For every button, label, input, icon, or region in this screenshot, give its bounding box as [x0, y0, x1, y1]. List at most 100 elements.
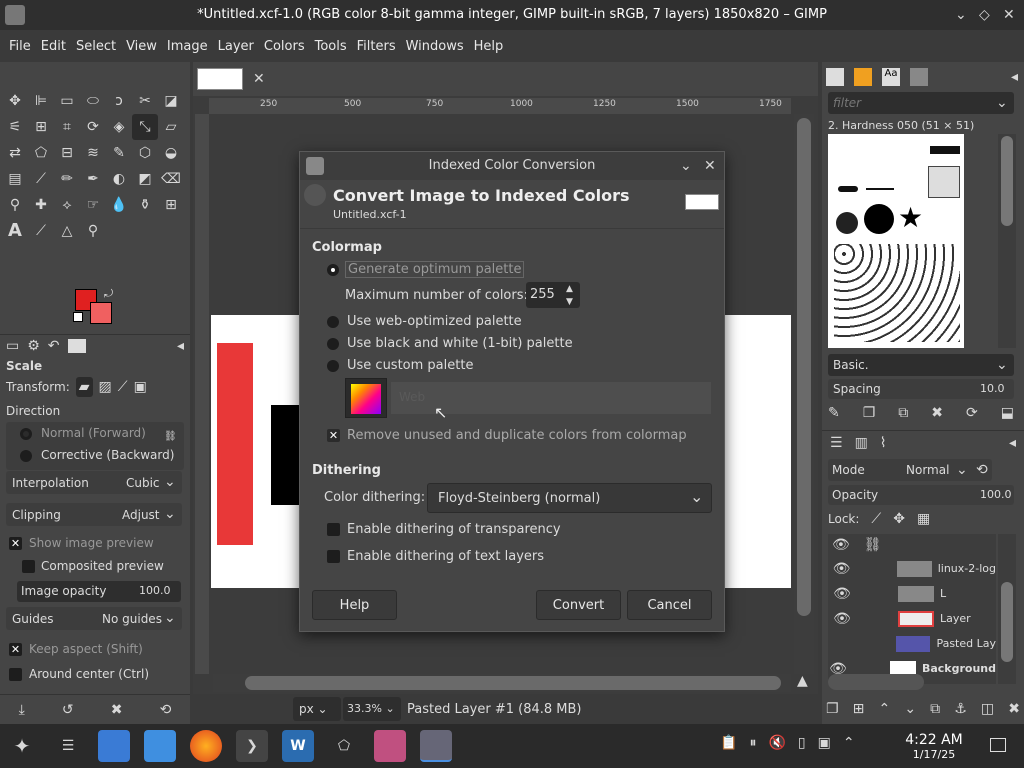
zoom-icon[interactable]: ⚲ [80, 218, 106, 244]
device-status-tab-icon[interactable]: ⚙ [27, 339, 40, 353]
web-palette-radio[interactable] [327, 316, 339, 328]
crop-icon[interactable]: ⌗ [54, 114, 80, 140]
unified-transform-icon[interactable]: ◈ [106, 114, 132, 140]
custom-palette-radio[interactable] [327, 360, 339, 372]
lock-pixels-icon[interactable]: ⟋ [871, 512, 881, 526]
vertical-scrollbar[interactable] [794, 114, 814, 674]
blur-icon[interactable]: 💧 [106, 192, 132, 218]
delete-brush-icon[interactable]: ✖ [931, 406, 943, 420]
zoom-combo[interactable]: 33.3% ⌄ [343, 697, 401, 721]
pencil-icon[interactable]: ✏ [54, 166, 80, 192]
layer-row[interactable]: 👁 Layer [828, 606, 996, 631]
horizontal-scrollbar[interactable] [213, 674, 791, 692]
media-pause-icon[interactable]: ⏸ [749, 736, 756, 750]
settings-icon[interactable]: ☰ [52, 730, 84, 762]
dodge-icon[interactable]: ⚱ [132, 192, 158, 218]
opacity-field[interactable]: Opacity 100.0 [828, 485, 1014, 505]
fonts-tab-icon[interactable]: Aa [882, 68, 900, 86]
smudge-icon[interactable]: ☞ [80, 192, 106, 218]
direction-corrective-radio[interactable] [20, 450, 32, 462]
color-dithering-combo[interactable]: Floyd-Steinberg (normal) ⌄ [427, 483, 712, 513]
convert-button[interactable]: Convert [536, 590, 621, 620]
airbrush-icon[interactable]: ✒ [80, 166, 106, 192]
maximize-icon[interactable]: ◇ [979, 8, 990, 22]
menu-layer[interactable]: Layer [213, 39, 259, 54]
scale-tool-icon[interactable]: ⤡ [132, 114, 158, 140]
transform-selection-icon[interactable]: ▨ [99, 380, 112, 394]
dialog-minimize-icon[interactable]: ⌄ [680, 159, 692, 173]
tray-expand-icon[interactable]: ⌃ [843, 736, 855, 750]
interpolation-combo[interactable]: Interpolation Cubic ⌄ [6, 471, 182, 494]
cage-icon[interactable]: ⊟ [54, 140, 80, 166]
lock-position-icon[interactable]: ✥ [893, 512, 905, 526]
brush-filter-field[interactable]: filter ⌄ [828, 92, 1014, 114]
terminal-icon[interactable]: ❯ [236, 730, 268, 762]
default-colors-icon[interactable] [73, 312, 83, 322]
layer-row[interactable]: Pasted Lay [828, 631, 996, 656]
brush-texture-swatches[interactable] [834, 244, 960, 342]
horizontal-scroll-thumb[interactable] [245, 676, 781, 690]
brush-preset-combo[interactable]: Basic. ⌄ [828, 354, 1014, 376]
mode-combo[interactable]: Mode Normal ⌄ [828, 459, 992, 481]
spin-down-icon[interactable]: ▼ [566, 295, 573, 309]
new-layer-icon[interactable]: ❐ [826, 702, 839, 716]
rotate-icon[interactable]: ⟳ [80, 114, 106, 140]
menu-tools[interactable]: Tools [310, 39, 352, 54]
layers-scroll-thumb[interactable] [1001, 582, 1013, 662]
dialog-close-icon[interactable]: ✕ [704, 159, 716, 173]
foreground-select-icon[interactable]: ◪ [158, 88, 184, 114]
close-tab-icon[interactable]: ✕ [253, 72, 265, 86]
reset-options-icon[interactable]: ⟲ [160, 703, 172, 717]
minimize-icon[interactable]: ⌄ [955, 8, 967, 22]
move-tool-icon[interactable]: ✥ [2, 88, 28, 114]
menu-help[interactable]: Help [469, 39, 509, 54]
flip-icon[interactable]: ⇄ [2, 140, 28, 166]
brush-grid[interactable]: ★ [828, 134, 964, 348]
image-viewer-icon[interactable] [374, 730, 406, 762]
remove-unused-checkbox[interactable]: ✕ [327, 429, 340, 442]
brushes-tab-icon[interactable] [826, 68, 844, 86]
image-tab-thumbnail[interactable] [197, 68, 243, 90]
edit-brush-icon[interactable]: ✎ [828, 406, 840, 420]
palette-preview-button[interactable] [345, 378, 387, 418]
store-icon[interactable] [98, 730, 130, 762]
firefox-icon[interactable] [190, 730, 222, 762]
configure-tab-icon[interactable]: ◂ [177, 339, 184, 353]
brush-swatch[interactable] [838, 186, 858, 192]
bw-palette-radio[interactable] [327, 338, 339, 350]
brush-swatch[interactable] [864, 204, 894, 234]
shear-icon[interactable]: ▱ [158, 114, 184, 140]
reset-mode-icon[interactable]: ⟲ [976, 463, 988, 477]
lock-alpha-icon[interactable]: ▦ [917, 512, 930, 526]
clock-date[interactable]: 1/17/25 [896, 748, 972, 761]
refresh-brush-icon[interactable]: ⟳ [966, 406, 978, 420]
brush-swatch[interactable] [836, 212, 858, 234]
transform-layer-icon[interactable]: ▰ [75, 377, 93, 397]
images-tab-icon[interactable] [67, 338, 86, 353]
menu-select[interactable]: Select [71, 39, 121, 54]
menu-view[interactable]: View [121, 39, 162, 54]
mask-layer-icon[interactable]: ◫ [981, 702, 994, 716]
close-icon[interactable]: ✕ [1003, 8, 1015, 22]
direction-normal-radio[interactable] [20, 428, 32, 440]
new-group-icon[interactable]: ⊞ [853, 702, 865, 716]
paintbrush-icon[interactable]: ⟋ [28, 166, 54, 192]
ink-icon[interactable]: ◐ [106, 166, 132, 192]
duplicate-brush-icon[interactable]: ⧉ [898, 406, 908, 420]
cancel-button[interactable]: Cancel [627, 590, 712, 620]
brush-scroll-thumb[interactable] [1001, 136, 1013, 226]
restore-options-icon[interactable]: ↺ [62, 703, 74, 717]
patterns-tab-icon[interactable] [854, 68, 872, 86]
image-opacity-field[interactable]: Image opacity 100.0 [17, 581, 181, 602]
paths-tab-icon[interactable]: ⌇ [880, 436, 887, 450]
app-launcher-icon[interactable]: ✦ [6, 730, 38, 762]
navigate-icon[interactable]: ▲ [797, 674, 808, 688]
paths-icon[interactable]: ✎ [106, 140, 132, 166]
gimp-taskbar-icon[interactable] [420, 730, 452, 762]
configure-tab-icon[interactable]: ◂ [1009, 436, 1016, 450]
transform-path-icon[interactable]: ⟋ [118, 380, 128, 394]
perspective-clone-icon[interactable]: ⟡ [54, 192, 80, 218]
composited-preview-checkbox[interactable] [22, 560, 35, 573]
network-icon[interactable]: ▣ [818, 736, 831, 750]
keep-aspect-checkbox[interactable]: ✕ [9, 643, 22, 656]
